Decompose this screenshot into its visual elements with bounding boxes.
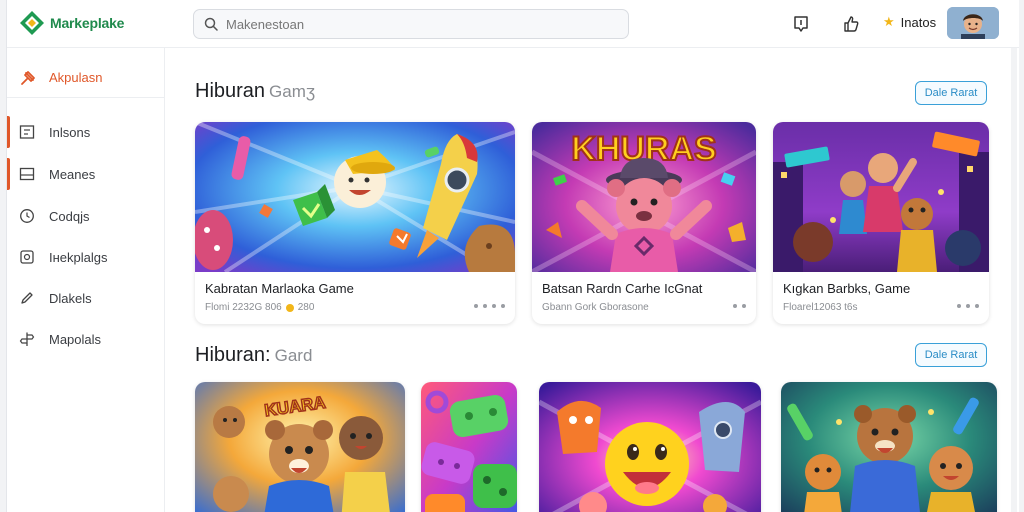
card-title: Kabratan Marlaoka Game xyxy=(205,281,354,296)
game-card[interactable] xyxy=(421,382,517,512)
top-header: Markeplake ★ Inatos xyxy=(7,0,1019,48)
notification-button[interactable] xyxy=(789,12,813,36)
game-thumbnail: KHURAS xyxy=(532,122,756,272)
hand-icon xyxy=(844,16,859,32)
card-meta-text: Floarel12063 t6s xyxy=(783,302,858,313)
sidebar: Akpulasn Inlsons Meanes Codqjs Iнekplalg… xyxy=(7,48,165,512)
dot-icon xyxy=(483,304,487,308)
section-title-text: Hiburan xyxy=(195,80,266,102)
game-thumbnail: KUARA xyxy=(195,382,405,512)
brand-logo[interactable]: Markeplake xyxy=(19,10,124,36)
card-meta: Floarel12063 t6s xyxy=(783,302,858,313)
game-card[interactable]: KHURAS Batsan Rardn Carhe IcGnat Gbann G… xyxy=(532,122,756,324)
logo-text: Markeplake xyxy=(50,15,125,31)
tray-upload-icon xyxy=(794,16,808,32)
dot-icon xyxy=(492,304,496,308)
tray-icon xyxy=(19,167,35,181)
user-menu[interactable]: ★ Inatos xyxy=(883,14,936,30)
sidebar-item-5[interactable]: Dlakels xyxy=(7,278,165,318)
logo-diamond-icon xyxy=(20,11,44,35)
square-icon xyxy=(20,250,34,264)
grid-icon xyxy=(19,125,35,139)
sidebar-item-label: Meanes xyxy=(49,166,96,182)
game-card[interactable] xyxy=(539,382,761,512)
game-card[interactable] xyxy=(781,382,997,512)
dot-icon xyxy=(733,304,737,308)
sidebar-item-2[interactable]: Meanes xyxy=(7,154,165,194)
section-title-text: Hiburan: xyxy=(195,344,271,366)
see-all-button[interactable]: Dale Rarat xyxy=(915,81,987,105)
game-card[interactable]: KUARA xyxy=(195,382,405,512)
dot-icon xyxy=(957,304,961,308)
sidebar-item-label: Iнekplalgs xyxy=(49,249,108,265)
card-meta-text: Flomi 2232G 806 xyxy=(205,302,282,313)
search-bar[interactable] xyxy=(193,9,629,39)
sidebar-item-label: Akpulasn xyxy=(49,70,103,85)
sidebar-item-label: Dlakels xyxy=(49,290,92,306)
dot-icon xyxy=(975,304,979,308)
coin-icon xyxy=(285,303,294,312)
game-thumbnail xyxy=(195,122,515,272)
card-title: Batsan Rardn Carhe IcGnat xyxy=(542,281,703,296)
game-card[interactable]: Kıgkan Barbks, Game Floarel12063 t6s xyxy=(773,122,989,324)
app-window: Markeplake ★ Inatos xyxy=(6,0,1019,512)
game-thumbnail xyxy=(773,122,989,272)
search-input[interactable] xyxy=(226,16,606,32)
game-card[interactable]: Kabratan Marlaoka Game Flomi 2232G 806 2… xyxy=(195,122,515,324)
search-icon xyxy=(204,17,218,31)
dot-icon xyxy=(474,304,478,308)
main-content: Hiburan Gamʒ Dale Rarat Kabratan Marlaok… xyxy=(165,48,1019,512)
card-price: 280 xyxy=(297,302,315,313)
section-subtitle: Gard xyxy=(274,346,313,365)
section-subtitle: Gamʒ xyxy=(269,82,316,101)
sidebar-item-label: Mapolals xyxy=(49,331,102,347)
star-icon: ★ xyxy=(883,14,895,29)
clock-icon xyxy=(20,209,34,223)
game-thumbnail xyxy=(539,382,761,512)
signpost-icon xyxy=(19,332,35,346)
dot-icon xyxy=(742,304,746,308)
dot-icon xyxy=(966,304,970,308)
scrollbar[interactable] xyxy=(1011,48,1017,512)
game-thumbnail xyxy=(421,382,517,512)
see-all-button[interactable]: Dale Rarat xyxy=(915,343,987,367)
sidebar-item-top[interactable]: Akpulasn xyxy=(7,58,165,98)
sidebar-item-label: Inlsons xyxy=(49,124,91,140)
sidebar-item-3[interactable]: Codqjs xyxy=(7,196,165,236)
section-title: Hiburan: Gard xyxy=(195,344,312,367)
card-meta: Flomi 2232G 806 280 xyxy=(205,302,314,313)
like-button[interactable] xyxy=(839,12,863,36)
game-thumbnail xyxy=(781,382,997,512)
avatar[interactable] xyxy=(947,7,999,39)
card-title: Kıgkan Barbks, Game xyxy=(783,281,911,296)
section-title: Hiburan Gamʒ xyxy=(195,80,315,103)
sidebar-item-label: Codqjs xyxy=(49,208,90,224)
card-meta: Gbann Gork Gborasone xyxy=(542,302,649,313)
user-name: Inatos xyxy=(900,14,937,30)
sidebar-item-1[interactable]: Inlsons xyxy=(7,112,165,152)
sidebar-item-6[interactable]: Mapolals xyxy=(7,319,165,359)
pin-icon xyxy=(21,70,35,85)
more-options-button[interactable] xyxy=(733,304,746,308)
more-options-button[interactable] xyxy=(957,304,979,308)
sidebar-item-4[interactable]: Iнekplalgs xyxy=(7,237,165,277)
more-options-button[interactable] xyxy=(474,304,505,308)
avatar-face-icon xyxy=(947,7,999,39)
dot-icon xyxy=(501,304,505,308)
card-meta-text: Gbann Gork Gborasone xyxy=(542,302,649,313)
pencil-icon xyxy=(21,292,33,304)
